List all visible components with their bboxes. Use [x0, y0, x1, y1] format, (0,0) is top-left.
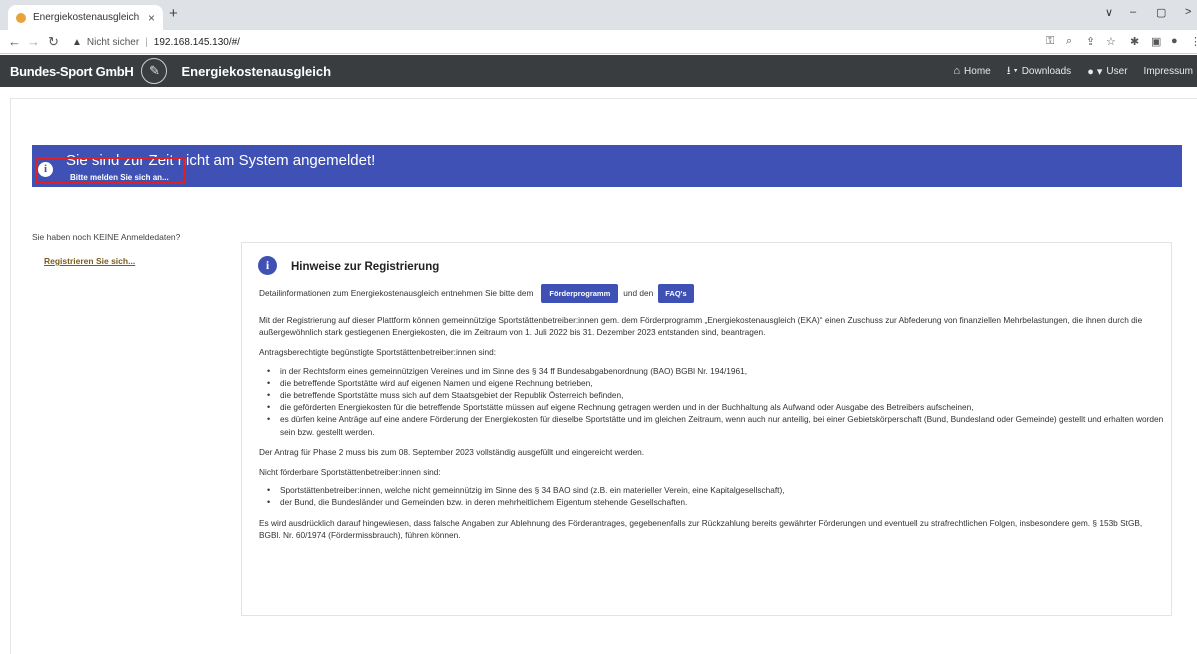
highlight-box: [35, 157, 185, 184]
login-alert: i Sie sind zur Zeit nicht am System ange…: [32, 145, 1182, 187]
intro-line: Detailinformationen zum Energiekostenaus…: [259, 281, 1164, 305]
user-icon: ● ▾: [1087, 65, 1103, 78]
list-item: der Bund, die Bundesländer und Gemeinden…: [267, 496, 1164, 508]
nav-links: ⌂ Home ⭳ ▾ Downloads ● ▾ User Impressum: [937, 55, 1193, 87]
foerderprogramm-button[interactable]: Förderprogramm: [541, 283, 619, 303]
minimize-button[interactable]: –: [1130, 6, 1136, 18]
panel-title: Hinweise zur Registrierung: [291, 261, 440, 273]
site-favicon-icon: [16, 12, 26, 23]
nav-user[interactable]: ● ▾ User: [1087, 65, 1127, 78]
not-eligible-list: Sportstättenbetreiber:innen, welche nich…: [259, 484, 1164, 509]
browser-tab[interactable]: Energiekostenausgleich ×: [8, 5, 163, 30]
list-item: die betreffende Sportstätte wird auf eig…: [267, 377, 1164, 389]
list-item: die betreffende Sportstätte muss sich au…: [267, 389, 1164, 401]
back-arrow-icon[interactable]: ←: [8, 34, 21, 49]
home-icon: ⌂: [953, 65, 961, 77]
registration-info-panel: i Hinweise zur Registrierung Detailinfor…: [241, 242, 1172, 616]
url-text: 192.168.145.130/#/: [153, 36, 240, 48]
sidepanel-icon[interactable]: ▣: [1151, 35, 1161, 48]
list-item: in der Rechtsform eines gemeinnützigen V…: [267, 365, 1164, 377]
bookmark-star-icon[interactable]: ☆: [1106, 35, 1116, 48]
no-credentials-text: Sie haben noch KEINE Anmeldedaten?: [32, 232, 181, 242]
browser-tabbar: Energiekostenausgleich × + ∨ – ▢ >: [0, 0, 1197, 30]
brand-name[interactable]: Bundes-Sport GmbH: [10, 64, 134, 79]
nav-downloads[interactable]: ⭳ ▾ Downloads: [1007, 62, 1071, 81]
brand-logo-icon: ✎: [141, 58, 168, 84]
info-icon: i: [258, 256, 277, 275]
app-navbar: Bundes-Sport GmbH ✎ Energiekostenausglei…: [0, 55, 1197, 87]
app-title[interactable]: Energiekostenausgleich: [181, 64, 331, 79]
paragraph-intro: Mit der Registrierung auf dieser Plattfo…: [259, 315, 1143, 338]
nav-downloads-label: Downloads: [1021, 65, 1072, 77]
menu-icon[interactable]: ⋮: [1190, 35, 1197, 48]
list-item: Sportstättenbetreiber:innen, welche nich…: [267, 484, 1164, 496]
close-window-button[interactable]: >: [1185, 6, 1191, 18]
tab-close-icon[interactable]: ×: [148, 11, 155, 25]
profile-icon[interactable]: ●: [1171, 35, 1178, 47]
eligible-list: in der Rechtsform eines gemeinnützigen V…: [259, 365, 1164, 438]
nav-user-label: User: [1106, 65, 1128, 77]
browser-toolbar: ← → ↻ ▲ Nicht sicher | 192.168.145.130/#…: [0, 30, 1197, 54]
address-separator: |: [145, 36, 148, 48]
address-bar[interactable]: ▲ Nicht sicher | 192.168.145.130/#/: [72, 33, 1032, 51]
tab-title: Energiekostenausgleich: [33, 12, 140, 23]
nav-impressum[interactable]: Impressum: [1144, 66, 1193, 77]
maximize-button[interactable]: ▢: [1156, 6, 1166, 19]
reload-icon[interactable]: ↻: [48, 34, 59, 50]
not-eligible-heading: Nicht förderbare Sportstättenbetreiber:i…: [259, 467, 441, 478]
intro-between-text: und den: [623, 287, 654, 298]
forward-arrow-icon[interactable]: →: [27, 34, 40, 49]
key-icon[interactable]: ⚿: [1046, 35, 1054, 48]
panel-body: Detailinformationen zum Energiekostenaus…: [259, 281, 1164, 541]
nav-home[interactable]: ⌂ Home: [953, 65, 990, 77]
warning-text: Es wird ausdrücklich darauf hingewiesen,…: [259, 517, 1143, 540]
faq-button[interactable]: FAQ's: [658, 283, 694, 303]
eligible-heading: Antragsberechtigte begünstigte Sportstät…: [259, 347, 497, 358]
warning-icon: ▲: [72, 36, 82, 48]
list-item: die geförderten Energiekosten für die be…: [267, 401, 1164, 413]
tab-search-icon[interactable]: ∨: [1105, 6, 1113, 19]
share-icon[interactable]: ⇪: [1086, 35, 1095, 48]
zoom-icon[interactable]: ⌕: [1066, 35, 1072, 48]
nav-home-label: Home: [964, 65, 991, 77]
download-icon: ⭳ ▾: [1006, 64, 1018, 77]
new-tab-button[interactable]: +: [169, 5, 178, 22]
register-link[interactable]: Registrieren Sie sich...: [44, 256, 135, 266]
extensions-icon[interactable]: ✱: [1130, 35, 1139, 48]
intro-text: Detailinformationen zum Energiekostenaus…: [259, 287, 534, 298]
list-item: es dürfen keine Anträge auf eine andere …: [267, 413, 1164, 437]
deadline-text: Der Antrag für Phase 2 muss bis zum 08. …: [259, 446, 645, 457]
security-label: Nicht sicher: [86, 36, 140, 48]
